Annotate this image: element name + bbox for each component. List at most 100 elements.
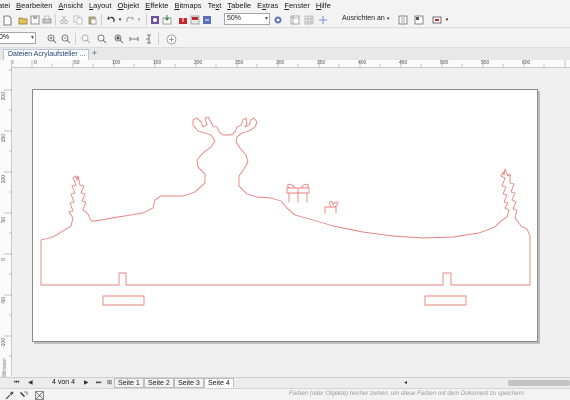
acrylic-stand-cut-outline[interactable] (33, 90, 539, 343)
next-page-icon[interactable]: ▶ (84, 378, 89, 388)
application-launcher-icon[interactable] (414, 13, 424, 27)
page-counter: 4 von 4 (52, 379, 75, 386)
menu-hilfe[interactable]: Hilfe (313, 0, 334, 12)
add-toolbar-item-icon[interactable] (165, 32, 177, 46)
ruler-label: 250 (235, 60, 244, 66)
show-rulers-icon[interactable] (290, 13, 300, 27)
show-guidelines-icon[interactable] (318, 13, 328, 27)
toolbar-options-dropdown-icon[interactable]: ▾ (444, 13, 450, 27)
menu-ansicht[interactable]: Ansicht (55, 0, 86, 12)
eyedropper-icon[interactable] (4, 388, 14, 400)
menu-accelerator: E (145, 1, 151, 10)
palette-hint-text: Farben (oder Objekte) hierher ziehen, um… (289, 391, 524, 397)
menu-layout[interactable]: Layout (86, 0, 115, 12)
drawing-workspace[interactable] (13, 69, 570, 376)
menu-fenster[interactable]: Fenster (281, 0, 312, 12)
menu-effekte[interactable]: Effekte (142, 0, 171, 12)
publish-pdf-icon[interactable] (190, 13, 200, 27)
last-page-icon[interactable]: ⏭ (96, 378, 101, 388)
new-document-icon[interactable] (2, 13, 12, 27)
zoom-to-all-objects-icon[interactable] (97, 32, 107, 46)
ruler-label: 150 (153, 60, 162, 66)
zoom-to-selected-icon[interactable] (81, 32, 91, 46)
menu-accelerator: F (284, 1, 289, 10)
copy-icon[interactable] (73, 13, 83, 27)
redo-icon[interactable] (125, 13, 135, 27)
document-tabs: Dateien Acrylaufsteller ... + (0, 48, 570, 60)
zoom-to-page-icon[interactable] (114, 32, 124, 46)
options-icon[interactable] (398, 13, 408, 27)
menu-tabelle[interactable]: Tabelle (224, 0, 254, 12)
import-icon[interactable] (162, 13, 172, 27)
add-page-icon[interactable]: ⊞ (107, 378, 112, 388)
horizontal-ruler[interactable]: 50 0 50 100 150 200 250 300 350 400 450 … (8, 60, 570, 68)
undo-dropdown-icon[interactable]: ▾ (117, 13, 123, 27)
page-tab-3[interactable]: Seite 3 (174, 378, 204, 388)
menu-bitmaps[interactable]: Bitmaps (171, 0, 204, 12)
menu-bearbeiten[interactable]: Bearbeiten (13, 0, 55, 12)
page-tab-2[interactable]: Seite 2 (144, 378, 174, 388)
snap-to-dropdown[interactable]: Ausrichten an ▾ (342, 13, 389, 25)
ruler-label: 300 (276, 60, 285, 66)
document-tab[interactable]: Dateien Acrylaufsteller ... (3, 49, 89, 60)
ruler-label: 500 (440, 60, 449, 66)
ruler-label: 0 (34, 60, 37, 66)
vertical-ruler[interactable]: 200 150 100 50 0 -50 -100 Millimeter (0, 60, 12, 379)
menu-accelerator: A (58, 1, 64, 10)
page-tab-4[interactable]: Seite 4 (204, 378, 234, 388)
scroll-left-icon[interactable]: ◂ (404, 378, 407, 388)
horizontal-scrollbar[interactable]: ◂ (404, 380, 570, 386)
document-palette-bar: Farben (oder Objekte) hierher ziehen, um… (0, 388, 570, 400)
property-bar: 0% ▾ (0, 29, 570, 48)
no-color-icon[interactable] (34, 388, 44, 400)
menu-accelerator: B (16, 1, 22, 10)
export-icon[interactable] (178, 13, 188, 27)
search-content-icon[interactable] (150, 13, 160, 27)
ruler-label: 350 (317, 60, 326, 66)
zoom-in-icon[interactable] (47, 32, 57, 46)
zoom-to-page-height-icon[interactable] (144, 32, 154, 46)
menu-accelerator: T (227, 1, 232, 10)
ruler-label: -50 (1, 297, 7, 305)
first-page-icon[interactable]: ⏮ (14, 378, 19, 388)
cut-icon[interactable] (59, 13, 69, 27)
right-base-slot (424, 295, 467, 306)
print-icon[interactable] (42, 13, 52, 27)
zoom-out-icon[interactable] (61, 32, 71, 46)
small-gift-outline (324, 200, 338, 214)
redo-dropdown-icon[interactable]: ▾ (136, 13, 142, 27)
zoom-levels-select[interactable]: 0% ▾ (0, 32, 36, 44)
paste-icon[interactable] (87, 13, 97, 27)
menu-extras[interactable]: Extras (254, 0, 281, 12)
menu-accelerator: x (262, 1, 266, 10)
ruler-label: 150 (1, 134, 7, 143)
zoom-to-page-width-icon[interactable] (129, 32, 139, 46)
launcher-icon[interactable] (202, 13, 212, 27)
full-screen-preview-icon[interactable] (273, 13, 283, 27)
ruler-label: 550 (481, 60, 490, 66)
page-tab-1[interactable]: Seite 1 (114, 378, 144, 388)
scrollbar-thumb[interactable] (508, 380, 570, 386)
menu-text[interactable]: Text (205, 0, 225, 12)
undo-icon[interactable] (106, 13, 116, 27)
snap-to-label: Ausrichten an (342, 15, 385, 22)
show-grid-icon[interactable] (304, 13, 314, 27)
standard-toolbar: ▾ ▾ 50% ▾ Ausrichten an ▾ ▾ (0, 12, 570, 28)
new-document-tab-button[interactable]: + (90, 49, 99, 59)
open-folder-icon[interactable] (18, 13, 28, 27)
previous-page-icon[interactable]: ◀ (28, 378, 33, 388)
menu-bar: atei Bearbeiten Ansicht Layout Objekt Ef… (0, 0, 570, 12)
ruler-label: -100 (1, 338, 7, 349)
silhouette-outline (40, 116, 531, 286)
save-icon[interactable] (30, 13, 40, 27)
ruler-label: 200 (194, 60, 203, 66)
menu-objekt[interactable]: Objekt (115, 0, 143, 12)
menu-datei[interactable]: atei (0, 0, 13, 12)
color-swatch-icon[interactable] (18, 388, 28, 400)
ruler-label: 400 (358, 60, 367, 66)
ruler-label: 450 (399, 60, 408, 66)
document-page[interactable] (32, 89, 538, 342)
ruler-label: 100 (1, 175, 7, 184)
zoom-level-select[interactable]: 50% ▾ (224, 13, 270, 25)
welcome-screen-icon[interactable] (432, 13, 442, 27)
